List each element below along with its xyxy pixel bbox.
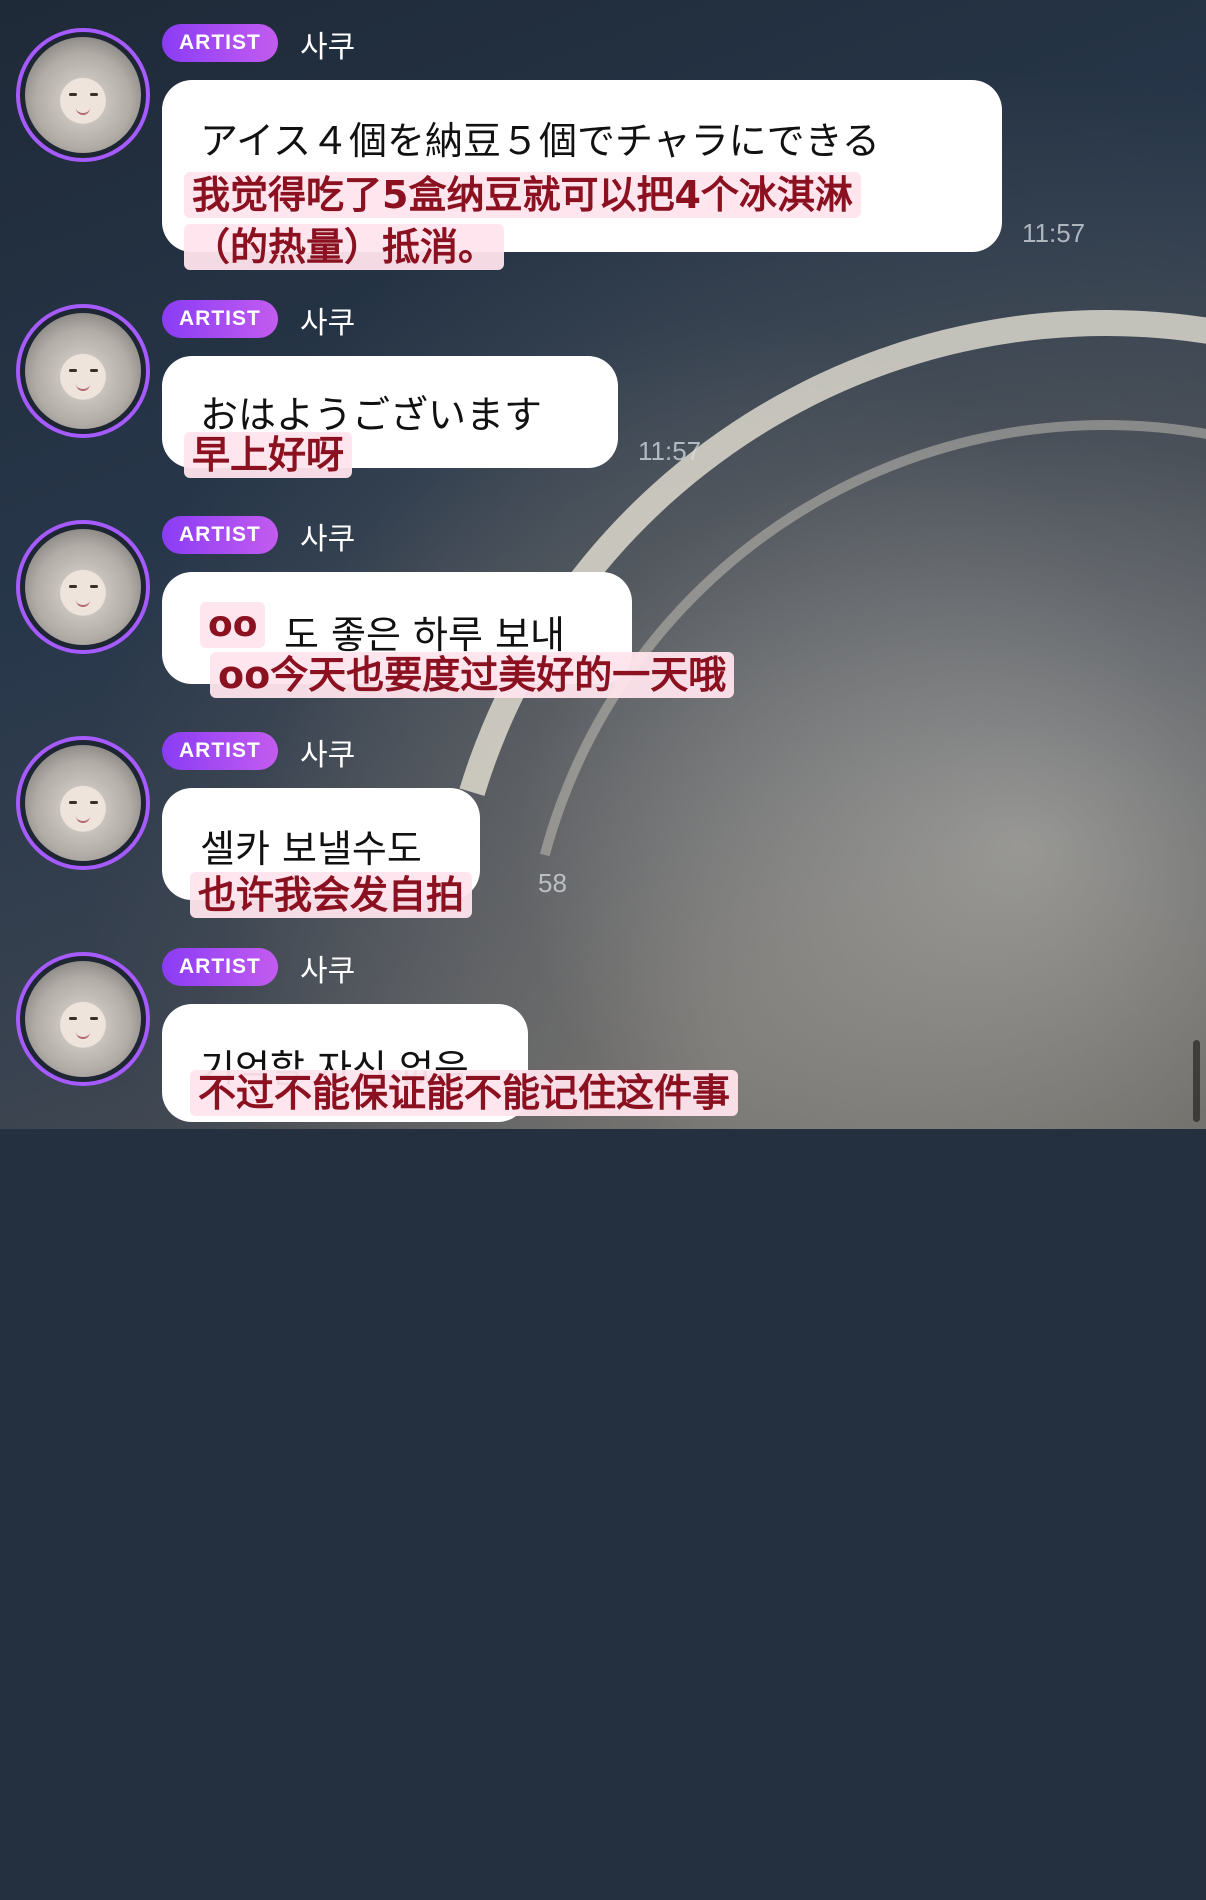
avatar-photo [25, 961, 141, 1077]
message-timestamp: 11:57 [638, 436, 702, 466]
message-text: アイス４個を納豆５個でチャラにできる [200, 119, 880, 163]
message-text: 셀카 보낼수도 [200, 827, 422, 871]
message-text: 도 좋은 하루 보내 [284, 613, 565, 657]
translation-line: 也许我会发自拍 [190, 872, 473, 918]
translation-line: oo今天也要度过美好的一天哦 [210, 652, 735, 698]
sender-name: 사쿠 [300, 306, 356, 341]
message-text: おはようございます [200, 393, 543, 437]
chat-message: ARTIST 사쿠 アイス４個を納豆５個でチャラにできる 我觉得吃了5盒纳豆就可… [0, 24, 1206, 274]
translation-line: （的热量）抵消。 [184, 224, 505, 270]
sender-name: 사쿠 [300, 522, 356, 557]
avatar-photo [25, 313, 141, 429]
message-timestamp: 58 [538, 868, 567, 898]
avatar[interactable] [16, 952, 150, 1086]
chat-message: ARTIST 사쿠 기억할 자신 없음 不过不能保证能不能记住这件事 [0, 948, 1206, 1129]
translation-line: 不过不能保证能不能记住这件事 [190, 1070, 739, 1116]
artist-badge: ARTIST [162, 732, 278, 770]
artist-badge: ARTIST [162, 300, 278, 338]
chat-message: ARTIST 사쿠 おはようございます 早上好呀 11:57 [0, 300, 1206, 490]
avatar-photo [25, 529, 141, 645]
avatar[interactable] [16, 304, 150, 438]
name-placeholder: oo [200, 602, 266, 648]
sender-name: 사쿠 [300, 30, 356, 65]
message-timestamp: 11:57 [1022, 218, 1086, 248]
artist-badge: ARTIST [162, 516, 278, 554]
avatar-photo [25, 745, 141, 861]
scrollbar[interactable] [1193, 1040, 1200, 1122]
artist-badge: ARTIST [162, 948, 278, 986]
chat-message: ARTIST 사쿠 oo 도 좋은 하루 보내 oo今天也要度过美好的一天哦 [0, 516, 1206, 706]
sender-name: 사쿠 [300, 954, 356, 989]
translation-line: 我觉得吃了5盒纳豆就可以把4个冰淇淋 [184, 172, 861, 218]
sender-name: 사쿠 [300, 738, 356, 773]
avatar[interactable] [16, 736, 150, 870]
artist-badge: ARTIST [162, 24, 278, 62]
avatar-photo [25, 37, 141, 153]
chat-message: ARTIST 사쿠 셀카 보낼수도 也许我会发自拍 58 [0, 732, 1206, 922]
translation-line: 早上好呀 [184, 432, 353, 478]
avatar[interactable] [16, 28, 150, 162]
avatar[interactable] [16, 520, 150, 654]
